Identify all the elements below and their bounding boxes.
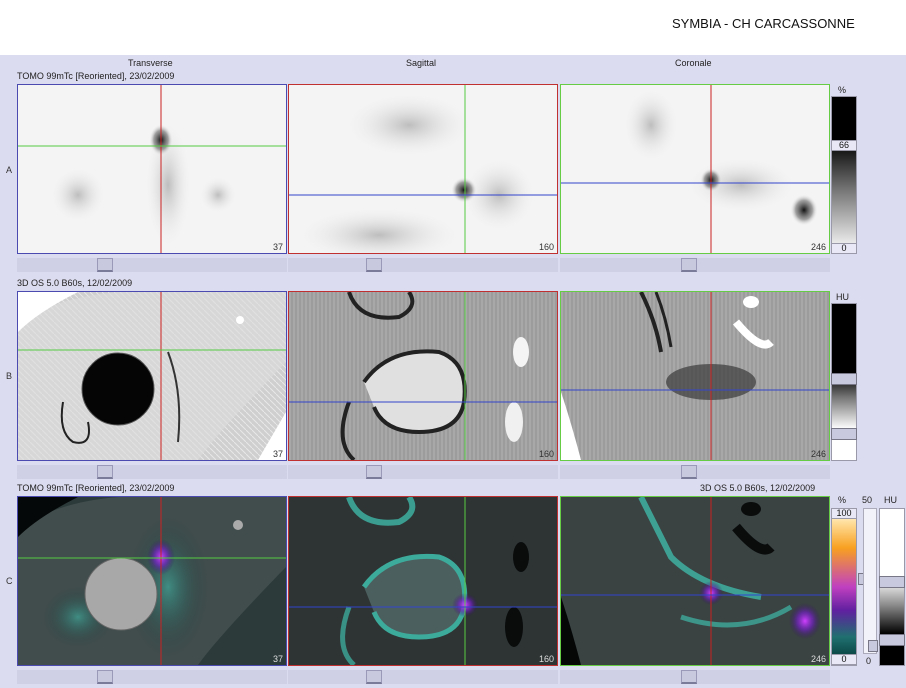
row-c-series-info-right: 3D OS 5.0 B60s, 12/02/2009 bbox=[700, 483, 816, 493]
viewport-c-coronale[interactable]: 246 bbox=[560, 496, 830, 666]
spect-sagittal-image bbox=[289, 85, 557, 253]
column-header-coronale: Coronale bbox=[675, 58, 712, 68]
grayscale-colorbar-a bbox=[831, 96, 857, 254]
fusion-slider-value: 50 bbox=[862, 495, 873, 505]
scrollbar-b-coronale[interactable] bbox=[560, 465, 830, 479]
viewport-c-transverse[interactable]: 37 bbox=[17, 496, 287, 666]
ct-window-lower-handle[interactable] bbox=[879, 634, 905, 646]
fusion-coronale-image bbox=[561, 497, 829, 665]
viewport-b-transverse[interactable]: 37 bbox=[17, 291, 287, 461]
scrollbar-c-coronale[interactable] bbox=[560, 670, 830, 684]
row-label-b: B bbox=[6, 371, 13, 381]
scroll-thumb[interactable] bbox=[681, 465, 697, 479]
row-a-series-info: TOMO 99mTc [Reoriented], 23/02/2009 bbox=[17, 71, 175, 81]
site-title: SYMBIA - CH CARCASSONNE bbox=[672, 16, 855, 31]
ct-window-upper-handle[interactable] bbox=[879, 576, 905, 588]
viewport-a-sagittal[interactable]: 160 bbox=[288, 84, 558, 254]
fusion-slider-handle[interactable] bbox=[868, 640, 878, 652]
scrollbar-a-transverse[interactable] bbox=[17, 258, 287, 272]
slice-number: 246 bbox=[810, 242, 826, 252]
fusion-slider-min: 0 bbox=[866, 656, 872, 666]
scroll-thumb[interactable] bbox=[681, 258, 697, 272]
scroll-thumb[interactable] bbox=[366, 465, 382, 479]
viewport-a-transverse[interactable]: 37 bbox=[17, 84, 287, 254]
row-label-a: A bbox=[6, 165, 13, 175]
scrollbar-b-sagittal[interactable] bbox=[288, 465, 558, 479]
slice-number: 160 bbox=[538, 654, 554, 664]
slice-number: 37 bbox=[272, 242, 283, 252]
scrollbar-c-transverse[interactable] bbox=[17, 670, 287, 684]
row-b-series-info: 3D OS 5.0 B60s, 12/02/2009 bbox=[17, 278, 133, 288]
scale-unit-c: % bbox=[838, 495, 847, 505]
scale-min-c[interactable]: 0 bbox=[831, 654, 857, 665]
fusion-blend-slider[interactable] bbox=[863, 508, 877, 654]
scroll-thumb[interactable] bbox=[681, 670, 697, 684]
ct-sagittal-image bbox=[289, 292, 557, 460]
viewport-a-coronale[interactable]: 246 bbox=[560, 84, 830, 254]
spect-coronale-image bbox=[561, 85, 829, 253]
viewport-b-sagittal[interactable]: 160 bbox=[288, 291, 558, 461]
scrollbar-c-sagittal[interactable] bbox=[288, 670, 558, 684]
hot-metal-colorbar-c bbox=[831, 508, 857, 666]
window-level-upper-handle[interactable] bbox=[831, 373, 857, 385]
slice-number: 160 bbox=[538, 449, 554, 459]
slice-number: 160 bbox=[538, 242, 554, 252]
ct-coronale-image bbox=[561, 292, 829, 460]
row-c-series-info-left: TOMO 99mTc [Reoriented], 23/02/2009 bbox=[17, 483, 175, 493]
viewport-b-coronale[interactable]: 246 bbox=[560, 291, 830, 461]
fusion-sagittal-image bbox=[289, 497, 557, 665]
scale-unit-a: % bbox=[838, 85, 847, 95]
window-level-lower-handle[interactable] bbox=[831, 428, 857, 440]
spect-transverse-image bbox=[18, 85, 286, 253]
slice-number: 246 bbox=[810, 449, 826, 459]
scale-min-a[interactable]: 0 bbox=[831, 243, 857, 254]
column-header-sagittal: Sagittal bbox=[406, 58, 437, 68]
scale-max-c[interactable]: 100 bbox=[831, 508, 857, 519]
scale-unit-c-hu: HU bbox=[884, 495, 897, 505]
scroll-thumb[interactable] bbox=[97, 465, 113, 479]
scale-max-a[interactable]: 66 bbox=[831, 140, 857, 151]
scrollbar-a-coronale[interactable] bbox=[560, 258, 830, 272]
viewport-c-sagittal[interactable]: 160 bbox=[288, 496, 558, 666]
scroll-thumb[interactable] bbox=[97, 670, 113, 684]
fusion-transverse-image bbox=[18, 497, 286, 665]
slice-number: 37 bbox=[272, 654, 283, 664]
scrollbar-b-transverse[interactable] bbox=[17, 465, 287, 479]
column-header-transverse: Transverse bbox=[128, 58, 173, 68]
scale-unit-b: HU bbox=[836, 292, 849, 302]
scroll-thumb[interactable] bbox=[366, 258, 382, 272]
scroll-thumb[interactable] bbox=[366, 670, 382, 684]
slice-number: 246 bbox=[810, 654, 826, 664]
ct-transverse-image bbox=[18, 292, 286, 460]
row-label-c: C bbox=[6, 576, 13, 586]
slice-number: 37 bbox=[272, 449, 283, 459]
scrollbar-a-sagittal[interactable] bbox=[288, 258, 558, 272]
scroll-thumb[interactable] bbox=[97, 258, 113, 272]
header-bar: SYMBIA - CH CARCASSONNE bbox=[0, 0, 906, 55]
